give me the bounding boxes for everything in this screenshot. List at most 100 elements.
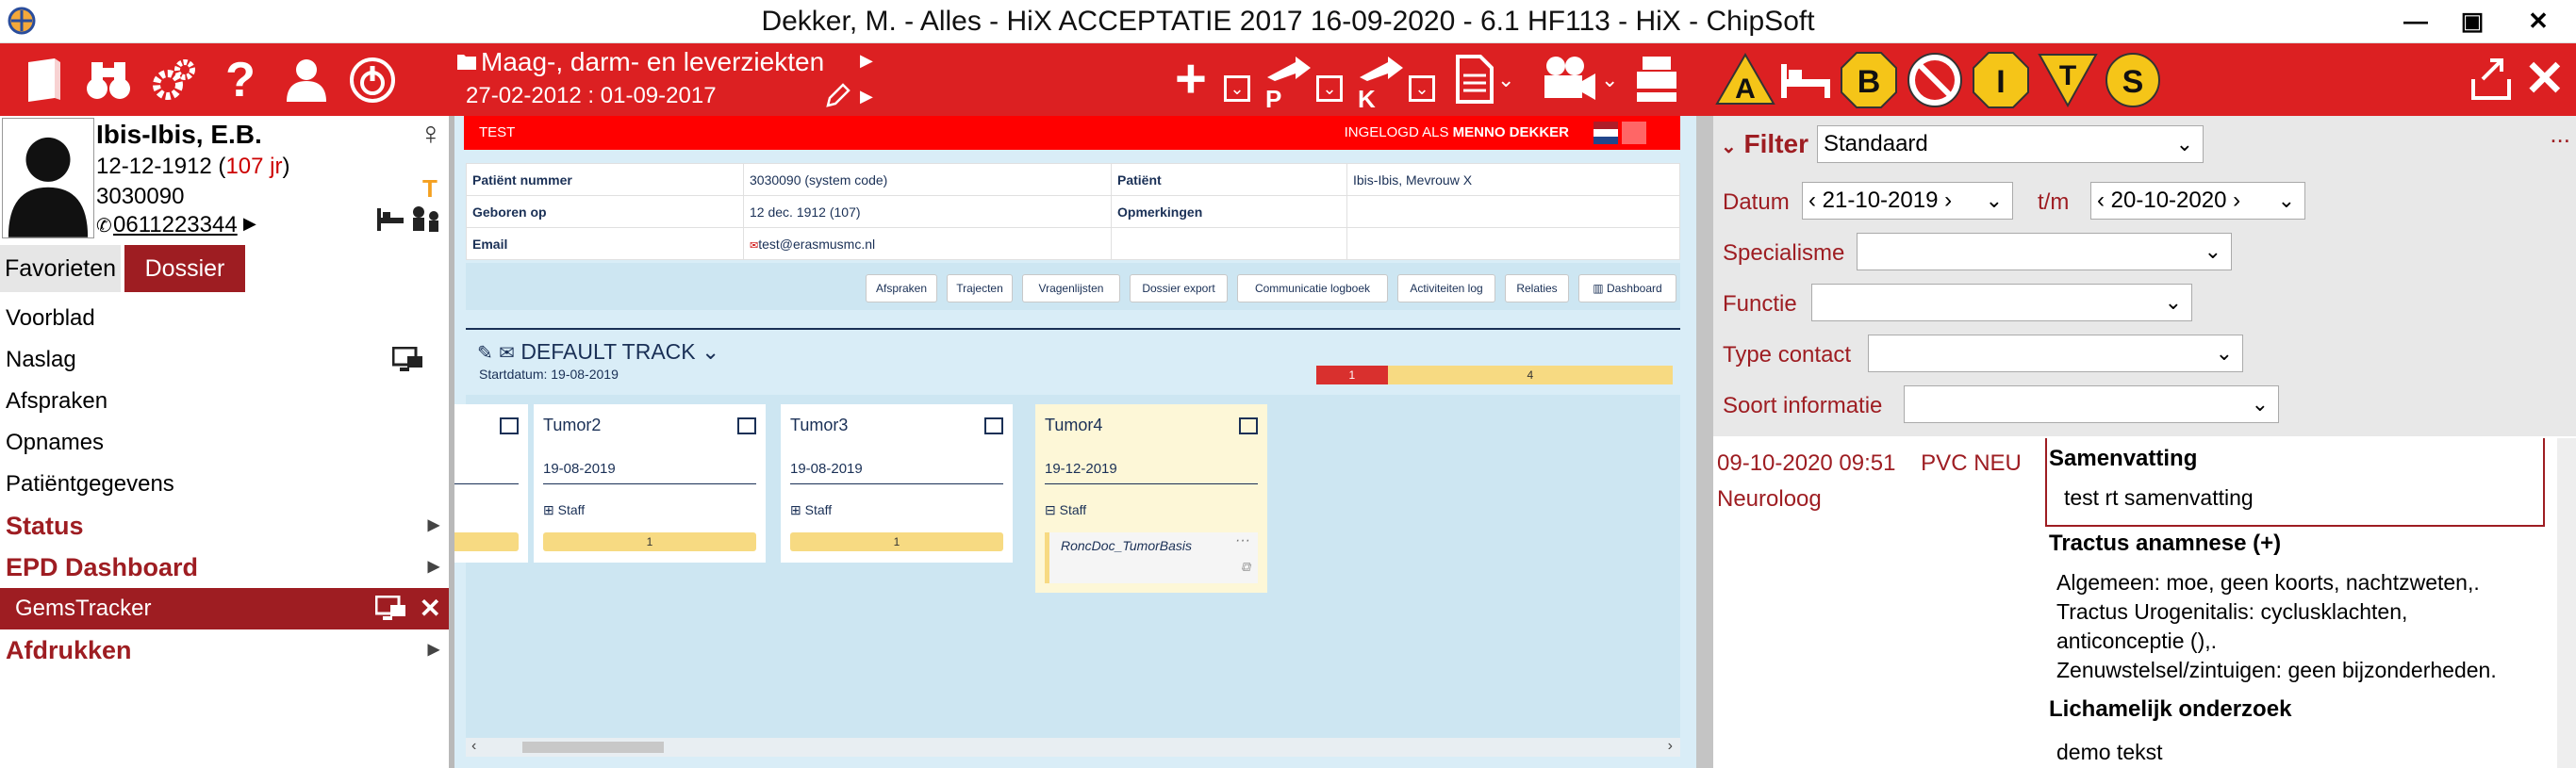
tab-dossier[interactable]: Dossier	[124, 245, 245, 292]
nav-item-afspraken[interactable]: Afspraken	[0, 381, 449, 422]
b-badge[interactable]: B	[1840, 51, 1898, 109]
monitor-icon[interactable]	[375, 596, 407, 622]
trajecten-button[interactable]: Trajecten	[947, 274, 1013, 302]
next-date-icon[interactable]: ›	[1938, 188, 1952, 213]
vragenlijsten-button[interactable]: Vragenlijsten	[1022, 274, 1120, 302]
user-icon[interactable]	[281, 55, 332, 106]
nav-section-status[interactable]: Status ▶	[0, 505, 449, 547]
scroll-right-icon[interactable]: ›	[1668, 738, 1673, 755]
video-camera-icon[interactable]	[1541, 53, 1599, 106]
next-date-icon[interactable]: ›	[2226, 188, 2240, 213]
edit-pen-icon[interactable]	[824, 83, 850, 109]
department-chevron-icon[interactable]: ▶	[860, 51, 873, 71]
warning-a-badge[interactable]: A	[1715, 51, 1775, 107]
binoculars-icon[interactable]	[83, 55, 134, 106]
printer-icon[interactable]	[1633, 53, 1680, 106]
flag-t-icon[interactable]: T	[422, 174, 438, 204]
patient-phone[interactable]: 0611223344	[113, 212, 238, 238]
nav-item-naslag[interactable]: Naslag	[0, 339, 449, 381]
maximize-button[interactable]: ▣	[2444, 0, 2501, 43]
specialism-select[interactable]: ⌄	[1857, 233, 2232, 270]
admission-icon[interactable]	[375, 203, 443, 235]
email-value[interactable]: test@erasmusmc.nl	[758, 237, 875, 252]
gears-icon[interactable]	[149, 55, 200, 106]
i-badge[interactable]: I	[1972, 51, 2030, 109]
pencil-icon[interactable]: ✎	[477, 343, 493, 364]
bed-icon[interactable]	[1777, 51, 1834, 107]
nav-item-voorblad[interactable]: Voorblad	[0, 298, 449, 339]
info-type-select[interactable]: ⌄	[1904, 385, 2279, 423]
filter-preset-select[interactable]: Standaard ⌄	[1817, 125, 2204, 163]
date-from-picker[interactable]: ‹ 21-10-2019 › ⌄	[1802, 182, 2013, 220]
relaties-button[interactable]: Relaties	[1505, 274, 1569, 302]
add-icon[interactable]: +	[1175, 52, 1207, 106]
afspraken-button[interactable]: Afspraken	[866, 274, 937, 302]
copy-icon[interactable]: ⧉	[1241, 559, 1250, 575]
date-to-picker[interactable]: ‹ 20-10-2020 › ⌄	[2090, 182, 2305, 220]
book-icon[interactable]	[19, 55, 70, 106]
export-icon[interactable]	[2469, 51, 2513, 104]
help-icon[interactable]: ?	[215, 55, 266, 106]
expand-icon[interactable]: ⊞	[543, 502, 558, 517]
flag-nl-icon[interactable]	[1593, 122, 1618, 144]
flag-uk-icon[interactable]	[1622, 122, 1646, 144]
more-icon[interactable]: ···	[1235, 532, 1250, 549]
contact-type-select[interactable]: ⌄	[1868, 335, 2243, 372]
result-meta[interactable]: 09-10-2020 09:51 PVC NEU Neuroloog	[1717, 446, 2022, 517]
prev-date-icon[interactable]: ‹	[1808, 188, 1823, 213]
chevron-down-icon[interactable]: ⌄	[1721, 137, 1737, 157]
communicatie-logboek-button[interactable]: Communicatie logboek	[1237, 274, 1388, 302]
k-forward-icon[interactable]: K	[1354, 53, 1405, 109]
minimize-button[interactable]: —	[2387, 0, 2444, 43]
department-title[interactable]: Maag-, darm- en leverziekten	[481, 47, 824, 77]
power-icon[interactable]	[347, 55, 398, 106]
p-dropdown-icon[interactable]: ⌄	[1316, 75, 1343, 102]
document-icon[interactable]	[1454, 53, 1495, 106]
envelope-icon[interactable]: ✉	[499, 343, 515, 364]
track-card-active[interactable]: Tumor4 19-12-2019 ⊟ Staff RoncDoc_TumorB…	[1035, 404, 1267, 593]
card-staff[interactable]: ⊞ Staff	[790, 502, 832, 518]
close-window-button[interactable]: ✕	[2510, 0, 2567, 43]
close-item-icon[interactable]: ✕	[420, 588, 441, 629]
p-forward-icon[interactable]: P	[1262, 53, 1313, 109]
vertical-scrollbar[interactable]	[2557, 438, 2576, 768]
calendar-icon[interactable]	[737, 417, 756, 434]
scroll-thumb[interactable]	[522, 742, 664, 753]
document-item[interactable]: RoncDoc_TumorBasis ··· ⧉	[1045, 532, 1258, 583]
monitor-icon[interactable]	[392, 347, 424, 373]
add-dropdown-icon[interactable]: ⌄	[1224, 75, 1250, 102]
nav-section-afdrukken[interactable]: Afdrukken ▶	[0, 629, 449, 671]
period-chevron-icon[interactable]: ▶	[860, 87, 873, 106]
patient-name[interactable]: Ibis-Ibis, E.B.	[96, 120, 262, 150]
calendar-icon[interactable]	[500, 417, 519, 434]
card-staff[interactable]: ⊞ Staff	[543, 502, 585, 518]
dossier-export-button[interactable]: Dossier export	[1130, 274, 1228, 302]
nav-item-gemstracker[interactable]: GemsTracker ✕	[0, 588, 449, 629]
s-badge[interactable]: S	[2104, 51, 2162, 109]
panel-splitter-right[interactable]	[1696, 116, 1713, 768]
k-dropdown-icon[interactable]: ⌄	[1409, 75, 1435, 102]
dashboard-button[interactable]: ▥ Dashboard	[1578, 274, 1676, 302]
phone-menu-icon[interactable]: ▶	[243, 214, 256, 234]
function-select[interactable]: ⌄	[1811, 284, 2192, 321]
chevron-down-icon[interactable]: ⌄	[702, 339, 719, 364]
tab-favorites[interactable]: Favorieten	[0, 245, 121, 292]
filter-toggle[interactable]: ⌄ Filter	[1721, 129, 1808, 159]
no-entry-icon[interactable]	[1906, 51, 1964, 109]
nav-item-opnames[interactable]: Opnames	[0, 422, 449, 464]
horizontal-scrollbar[interactable]: ‹ ›	[466, 738, 1680, 757]
card-staff[interactable]: ⊟ Staff	[1045, 502, 1086, 518]
camera-dropdown-icon[interactable]: ⌄	[1601, 68, 1618, 92]
expand-icon[interactable]: ⊞	[790, 502, 805, 517]
nav-item-patientgegevens[interactable]: Patiëntgegevens	[0, 464, 449, 505]
t-badge[interactable]: T	[2038, 51, 2098, 109]
collapse-icon[interactable]: ⊟	[1045, 502, 1060, 517]
track-card[interactable]: Tumor2 19-08-2019 ⊞ Staff 1	[534, 404, 766, 563]
track-card-partial[interactable]	[454, 404, 528, 563]
track-card[interactable]: Tumor3 19-08-2019 ⊞ Staff 1	[781, 404, 1013, 563]
document-dropdown-icon[interactable]: ⌄	[1497, 68, 1514, 92]
more-options[interactable]: ...	[2550, 120, 2570, 149]
activiteiten-log-button[interactable]: Activiteiten log	[1397, 274, 1495, 302]
nav-section-epd-dashboard[interactable]: EPD Dashboard ▶	[0, 547, 449, 588]
track-header[interactable]: ✎ ✉ DEFAULT TRACK ⌄	[477, 339, 719, 365]
